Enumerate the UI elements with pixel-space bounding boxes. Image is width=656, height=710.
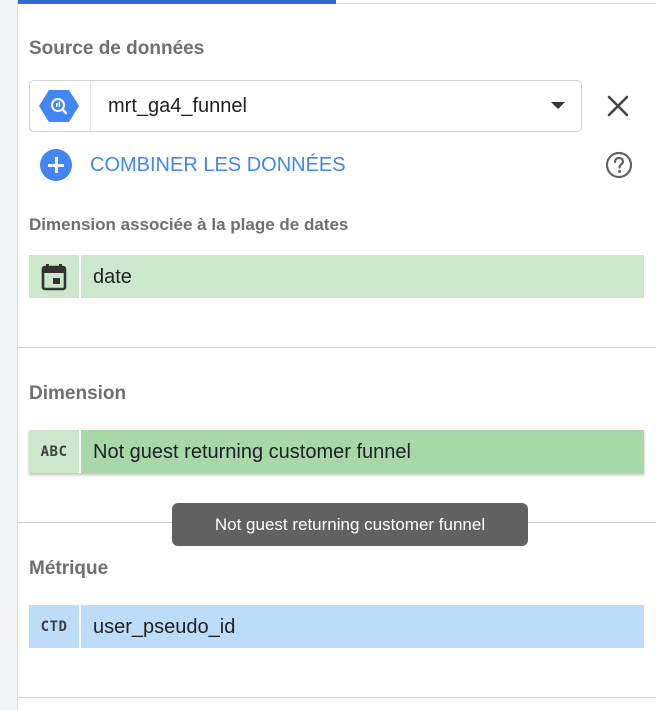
left-rail bbox=[0, 0, 18, 710]
section-divider bbox=[18, 347, 656, 348]
dimension-title: Dimension bbox=[29, 383, 127, 404]
data-source-name: mrt_ga4_funnel bbox=[108, 95, 247, 117]
chip-separator bbox=[79, 255, 81, 298]
date-type-cell bbox=[29, 255, 79, 298]
text-type-cell: ABC bbox=[29, 430, 79, 473]
dimension-chip[interactable]: ABC Not guest returning customer funnel bbox=[29, 430, 644, 473]
help-icon bbox=[605, 151, 633, 179]
count-distinct-icon: CTD bbox=[40, 618, 68, 635]
metric-field-label: user_pseudo_id bbox=[93, 616, 236, 638]
dimension-tooltip: Not guest returning customer funnel bbox=[172, 503, 528, 546]
add-circle-icon bbox=[40, 149, 72, 181]
date-range-dimension-title: Dimension associée à la plage de dates bbox=[29, 215, 349, 234]
help-button[interactable] bbox=[605, 151, 633, 179]
chevron-down-icon[interactable] bbox=[551, 102, 565, 109]
section-divider bbox=[18, 697, 656, 698]
data-source-selector[interactable]: mrt_ga4_funnel bbox=[29, 80, 582, 132]
data-properties-panel: Source de données mrt_ga4_funnel COMBINE… bbox=[18, 0, 656, 710]
blend-data-button[interactable]: COMBINER LES DONNÉES bbox=[40, 148, 346, 182]
tab-bar-border bbox=[336, 3, 656, 4]
metric-title: Métrique bbox=[29, 558, 109, 579]
chip-separator bbox=[79, 430, 81, 473]
close-icon bbox=[607, 95, 629, 117]
data-source-icon-cell bbox=[30, 81, 91, 131]
active-tab-indicator bbox=[18, 0, 336, 4]
text-type-icon: ABC bbox=[40, 443, 68, 460]
chip-separator bbox=[79, 605, 81, 648]
dimension-field-label: Not guest returning customer funnel bbox=[93, 441, 411, 463]
remove-data-source-button[interactable] bbox=[606, 94, 630, 118]
bigquery-icon bbox=[39, 90, 79, 122]
blend-data-label: COMBINER LES DONNÉES bbox=[90, 153, 346, 176]
metric-chip[interactable]: CTD user_pseudo_id bbox=[29, 605, 644, 648]
date-range-dimension-chip[interactable]: date bbox=[29, 255, 644, 298]
calendar-icon bbox=[41, 263, 67, 290]
date-field-label: date bbox=[93, 266, 132, 288]
count-distinct-type-cell: CTD bbox=[29, 605, 79, 648]
data-source-title: Source de données bbox=[29, 38, 205, 59]
